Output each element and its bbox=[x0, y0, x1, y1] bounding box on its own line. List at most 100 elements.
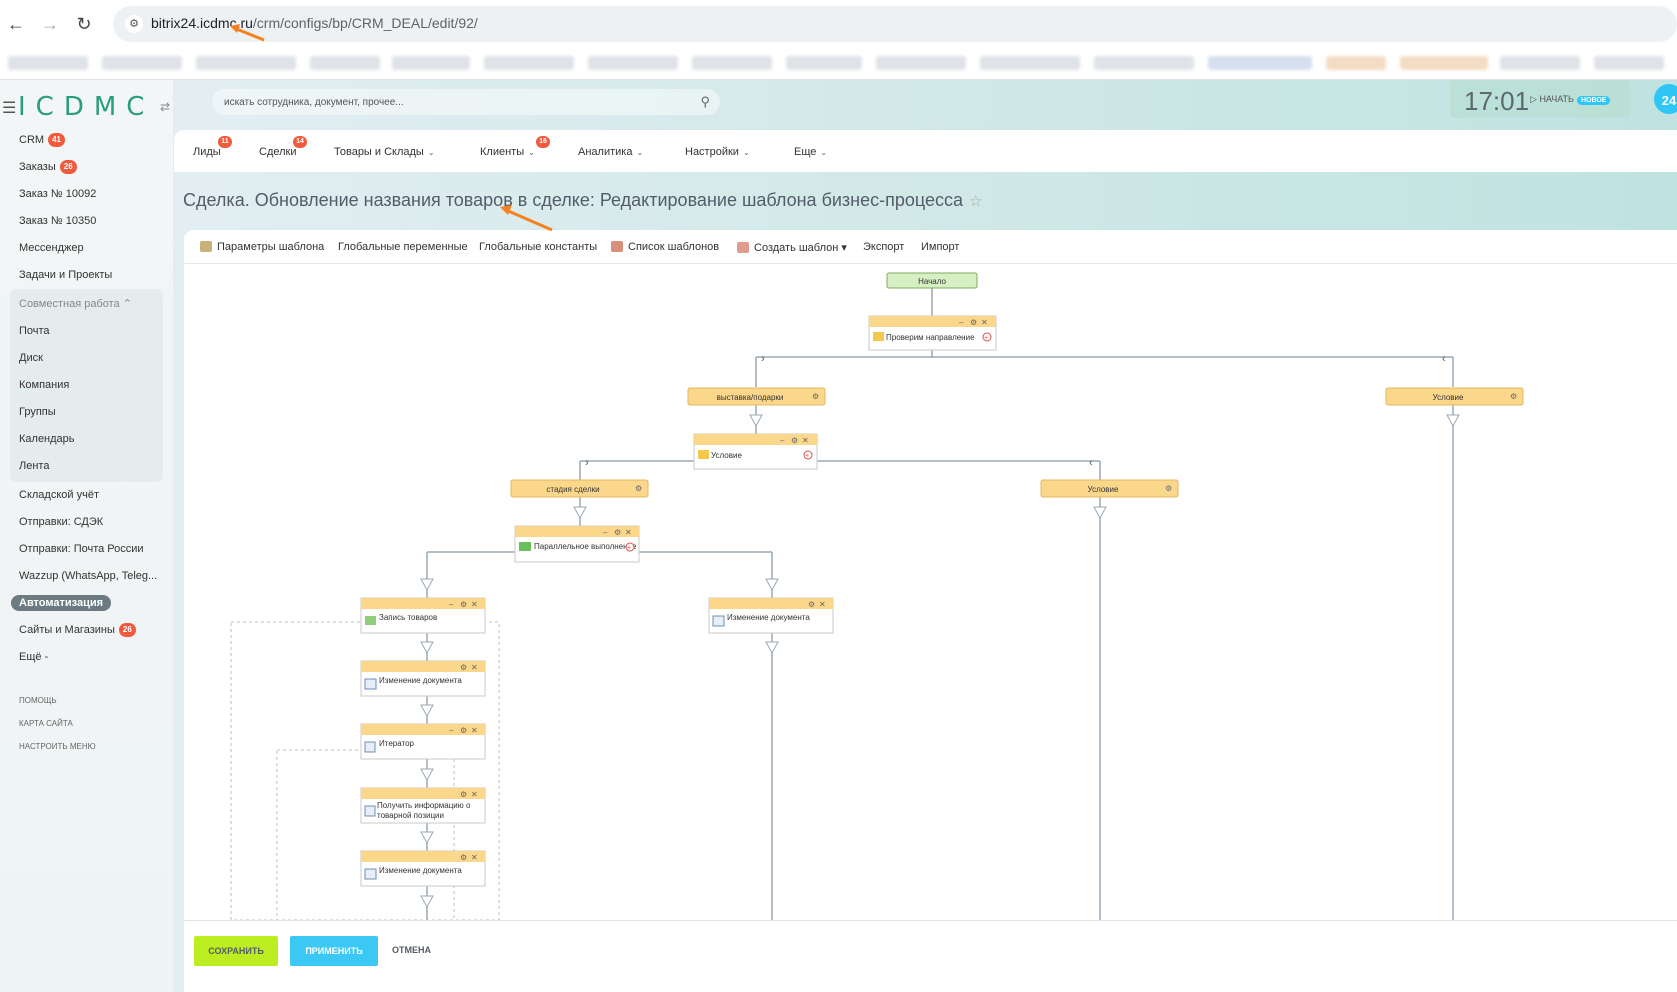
branch-condition-mid[interactable]: Условие ⚙ bbox=[1040, 479, 1179, 498]
close-icon[interactable]: ✕ bbox=[981, 318, 988, 327]
bookmark[interactable] bbox=[392, 56, 470, 70]
activity-record-goods[interactable]: – ⚙ ✕ Запись товаров bbox=[360, 597, 486, 634]
close-icon[interactable]: ✕ bbox=[471, 726, 478, 735]
bookmark[interactable] bbox=[102, 56, 182, 70]
search-input[interactable] bbox=[212, 89, 672, 115]
bookmark[interactable] bbox=[484, 56, 574, 70]
menu-item-feed[interactable]: Лента bbox=[10, 453, 163, 480]
close-icon[interactable]: ✕ bbox=[802, 436, 809, 445]
start-node[interactable]: Начало bbox=[886, 272, 978, 289]
help-link[interactable]: ПОМОЩЬ bbox=[0, 689, 173, 712]
bookmark[interactable] bbox=[196, 56, 296, 70]
tab-settings[interactable]: Настройки ⌄ bbox=[685, 130, 750, 172]
gear-icon[interactable]: ⚙ bbox=[460, 853, 467, 862]
gear-icon[interactable]: ⚙ bbox=[614, 528, 621, 537]
header-search[interactable]: ⚲ bbox=[212, 89, 720, 115]
back-icon[interactable]: ← bbox=[5, 13, 27, 35]
tab-deals[interactable]: Сделки 14 bbox=[259, 130, 307, 172]
menu-group-title[interactable]: Совместная работа ⌃ bbox=[10, 291, 163, 318]
gear-icon[interactable]: ⚙ bbox=[635, 484, 642, 493]
tab-goods[interactable]: Товары и Склады ⌄ bbox=[334, 130, 435, 172]
import-button[interactable]: Импорт bbox=[921, 241, 959, 253]
close-icon[interactable]: ✕ bbox=[625, 528, 632, 537]
menu-item-sdek[interactable]: Отправки: СДЭК bbox=[0, 509, 173, 536]
branch-exhibition-gifts[interactable]: выставка/подарки ⚙ bbox=[687, 387, 826, 406]
branch-condition-right[interactable]: Условие ⚙ bbox=[1385, 387, 1524, 406]
search-icon[interactable]: ⚲ bbox=[700, 94, 710, 110]
menu-item-groups[interactable]: Группы bbox=[10, 399, 163, 426]
bookmark[interactable] bbox=[1208, 56, 1312, 70]
menu-item-warehouse[interactable]: Складской учёт bbox=[0, 482, 173, 509]
bitrix24-logo[interactable]: 24 bbox=[1654, 84, 1677, 114]
bookmark[interactable] bbox=[1400, 56, 1488, 70]
start-workday-button[interactable]: ▷ НАЧАТЬ НОВОЕ bbox=[1530, 94, 1611, 105]
export-button[interactable]: Экспорт bbox=[863, 241, 904, 253]
bookmark[interactable] bbox=[1094, 56, 1194, 70]
close-icon[interactable]: ✕ bbox=[471, 600, 478, 609]
menu-item-tasks[interactable]: Задачи и Проекты bbox=[0, 262, 173, 289]
cancel-button[interactable]: ОТМЕНА bbox=[392, 945, 431, 955]
configure-menu-link[interactable]: НАСТРОИТЬ МЕНЮ bbox=[0, 735, 173, 758]
activity-condition[interactable]: – ⚙ ✕ Условие + bbox=[693, 433, 818, 470]
minimize-icon[interactable]: – bbox=[959, 318, 964, 327]
bookmark[interactable] bbox=[692, 56, 772, 70]
forward-icon[interactable]: → bbox=[39, 13, 61, 35]
menu-item-wazzup[interactable]: Wazzup (WhatsApp, Teleg... bbox=[0, 563, 173, 590]
branch-deal-stage[interactable]: стадия сделки ⚙ bbox=[510, 479, 649, 498]
menu-burger-icon[interactable]: ☰ bbox=[2, 98, 16, 118]
gear-icon[interactable]: ⚙ bbox=[808, 600, 815, 609]
minimize-icon[interactable]: – bbox=[780, 436, 785, 445]
company-logo[interactable]: ICDMC bbox=[18, 92, 154, 122]
minimize-icon[interactable]: – bbox=[449, 600, 454, 609]
gear-icon[interactable]: ⚙ bbox=[970, 318, 977, 327]
menu-item-automation[interactable]: Автоматизация bbox=[0, 590, 173, 617]
menu-item-orders[interactable]: Заказы 26 bbox=[0, 154, 173, 181]
menu-item-company[interactable]: Компания bbox=[10, 372, 163, 399]
tab-analytics[interactable]: Аналитика ⌄ bbox=[578, 130, 643, 172]
star-icon[interactable]: ☆ bbox=[969, 193, 982, 210]
menu-item-order-10350[interactable]: Заказ № 10350 bbox=[0, 208, 173, 235]
activity-doc-change-right[interactable]: ⚙ ✕ Изменение документа bbox=[708, 597, 834, 634]
gear-icon[interactable]: ⚙ bbox=[812, 392, 819, 401]
activity-get-product-info[interactable]: ⚙ ✕ Получить информацию о товарной позиц… bbox=[360, 787, 486, 824]
menu-swap-icon[interactable]: ⇄ bbox=[160, 100, 170, 114]
gear-icon[interactable]: ⚙ bbox=[460, 600, 467, 609]
bookmark[interactable] bbox=[1594, 56, 1664, 70]
tab-leads[interactable]: Лиды 11 bbox=[193, 130, 232, 172]
address-bar[interactable]: ⚙ bitrix24.icdmc.ru/crm/configs/bp/CRM_D… bbox=[113, 6, 1677, 42]
menu-item-messenger[interactable]: Мессенджер bbox=[0, 235, 173, 262]
gear-icon[interactable]: ⚙ bbox=[460, 726, 467, 735]
menu-item-crm[interactable]: CRM 41 bbox=[0, 127, 173, 154]
close-icon[interactable]: ✕ bbox=[819, 600, 826, 609]
activity-parallel[interactable]: – ⚙ ✕ Параллельное выполнение + bbox=[514, 525, 640, 563]
site-settings-icon[interactable]: ⚙ bbox=[125, 15, 143, 33]
gear-icon[interactable]: ⚙ bbox=[1165, 484, 1172, 493]
workday-widget[interactable]: 17:01 ▷ НАЧАТЬ НОВОЕ bbox=[1450, 80, 1630, 118]
create-template-button[interactable]: Создать шаблон ▾ bbox=[737, 241, 847, 254]
template-params-button[interactable]: Параметры шаблона bbox=[200, 241, 324, 253]
minimize-icon[interactable]: – bbox=[449, 726, 454, 735]
menu-item-order-10092[interactable]: Заказ № 10092 bbox=[0, 181, 173, 208]
bookmark[interactable] bbox=[1326, 56, 1386, 70]
menu-item-more[interactable]: Ещё - bbox=[0, 644, 173, 671]
menu-item-mail[interactable]: Почта bbox=[10, 318, 163, 345]
activity-doc-change-2[interactable]: ⚙ ✕ Изменение документа bbox=[360, 850, 486, 887]
activity-doc-change-1[interactable]: ⚙ ✕ Изменение документа bbox=[360, 660, 486, 697]
minimize-icon[interactable]: – bbox=[603, 528, 608, 537]
bookmark[interactable] bbox=[588, 56, 678, 70]
gear-icon[interactable]: ⚙ bbox=[460, 663, 467, 672]
sitemap-link[interactable]: КАРТА САЙТА bbox=[0, 712, 173, 735]
bookmark[interactable] bbox=[310, 56, 380, 70]
reload-icon[interactable]: ↻ bbox=[73, 13, 95, 35]
template-list-button[interactable]: Список шаблонов bbox=[611, 241, 719, 253]
gear-icon[interactable]: ⚙ bbox=[791, 436, 798, 445]
gear-icon[interactable]: ⚙ bbox=[460, 790, 467, 799]
bookmark[interactable] bbox=[876, 56, 966, 70]
bookmark[interactable] bbox=[980, 56, 1080, 70]
tab-clients[interactable]: Клиенты ⌄ 16 bbox=[480, 130, 550, 172]
close-icon[interactable]: ✕ bbox=[471, 853, 478, 862]
apply-button[interactable]: ПРИМЕНИТЬ bbox=[290, 936, 378, 966]
close-icon[interactable]: ✕ bbox=[471, 663, 478, 672]
global-variables-button[interactable]: Глобальные переменные bbox=[338, 241, 468, 253]
bookmark[interactable] bbox=[1500, 56, 1580, 70]
